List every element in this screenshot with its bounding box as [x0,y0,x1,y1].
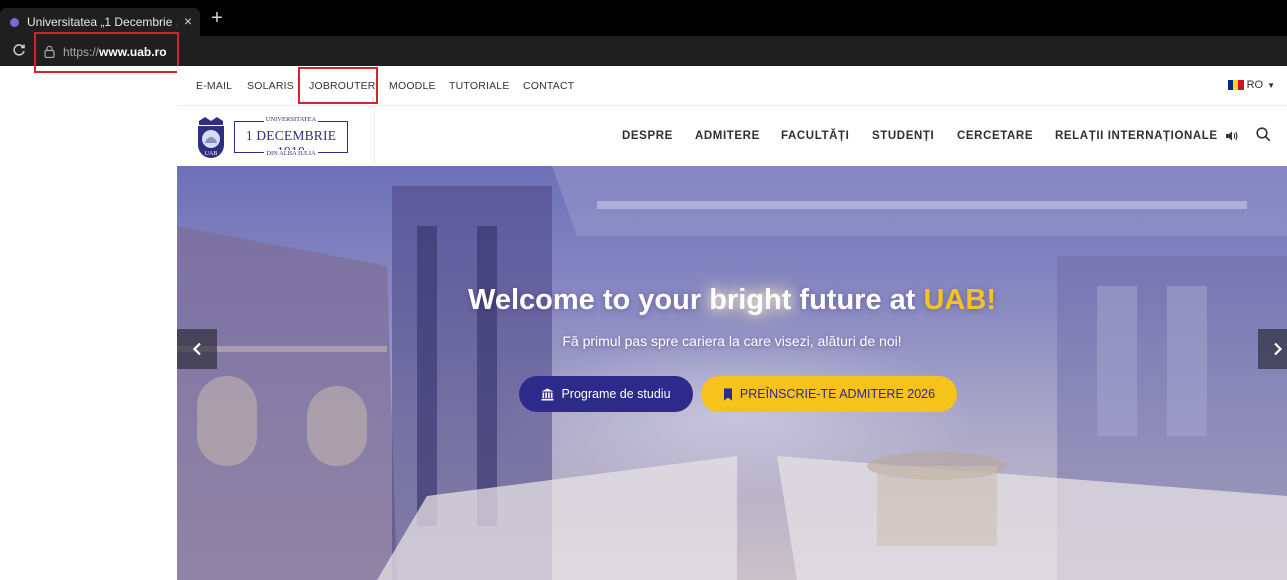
romania-flag-icon [1227,80,1244,90]
search-icon[interactable] [1256,127,1271,142]
top-utility-nav: E-MAIL SOLARIS JOBROUTER MOODLE TUTORIAL… [177,66,1287,106]
hero-title-part1: Welcome to your [468,284,710,316]
url-scheme: https:// [63,44,100,59]
language-selector[interactable]: RO ▼ [1227,79,1275,91]
new-tab-button[interactable]: + [206,8,228,30]
caret-down-icon: ▼ [1267,80,1275,90]
preregister-admission-label: PREÎNSCRIE-TE ADMITERE 2026 [739,387,936,401]
browser-tab[interactable]: Universitatea „1 Decembrie 1918" × [0,8,200,36]
topnav-solaris[interactable]: SOLARIS [247,80,294,92]
menu-cercetare[interactable]: CERCETARE [957,130,1033,142]
url-host: www.uab.ro [99,44,167,59]
lock-icon [44,45,55,58]
hero-title: Welcome to your bright future at UAB! [177,284,1287,317]
language-code: RO [1246,79,1264,91]
hero-title-uab: UAB! [923,284,996,316]
tab-title: Universitatea „1 Decembrie 1918" [27,15,177,29]
menu-studenti[interactable]: STUDENȚI [872,130,934,142]
logo-top-text: UNIVERSITATEA [263,115,319,123]
topnav-moodle[interactable]: MOODLE [389,80,436,92]
menu-admitere[interactable]: ADMITERE [695,130,760,142]
tab-close-icon[interactable]: × [184,13,192,29]
browser-address-bar: https://www.uab.ro [0,36,1287,66]
topnav-jobrouter[interactable]: JOBROUTER [309,80,376,92]
carousel-next-button[interactable] [1258,329,1287,369]
menu-facultati[interactable]: FACULTĂȚI [781,130,849,142]
university-logo[interactable]: UAB UNIVERSITATEA 1 DECEMBRIE 1918 DIN A… [196,114,348,159]
topnav-contact[interactable]: CONTACT [523,80,574,92]
logo-bottom-text: DIN ALBA IULIA [264,149,318,157]
study-programs-button[interactable]: Programe de studiu [519,376,693,412]
university-crest-icon: UAB [198,116,224,158]
hero-background-image [177,166,1287,580]
topnav-email[interactable]: E-MAIL [196,80,232,92]
browser-tab-bar: Universitatea „1 Decembrie 1918" × + [0,0,1287,36]
logo-wordmark: UNIVERSITATEA 1 DECEMBRIE 1918 DIN ALBA … [234,115,348,159]
url-field[interactable]: https://www.uab.ro [44,43,167,60]
menu-relatii-internationale[interactable]: RELAȚII INTERNAȚIONALE [1055,130,1218,142]
hero-title-bright: bright [709,284,792,316]
site-favicon-icon [10,17,19,27]
menu-despre[interactable]: DESPRE [622,130,673,142]
main-nav: UAB UNIVERSITATEA 1 DECEMBRIE 1918 DIN A… [177,106,1287,165]
preregister-admission-button[interactable]: PREÎNSCRIE-TE ADMITERE 2026 [701,376,957,412]
speaker-icon[interactable] [1225,129,1239,143]
reload-icon[interactable] [12,43,26,60]
carousel-prev-button[interactable] [177,329,217,369]
institution-icon [541,388,554,400]
chevron-left-icon [192,342,201,356]
hero-banner: Welcome to your bright future at UAB! Fă… [177,166,1287,580]
logo-divider [374,106,375,165]
topnav-tutoriale[interactable]: TUTORIALE [449,80,510,92]
study-programs-label: Programe de studiu [561,387,671,401]
chevron-right-icon [1274,342,1283,356]
svg-text:UAB: UAB [205,151,218,157]
website: E-MAIL SOLARIS JOBROUTER MOODLE TUTORIAL… [177,66,1287,580]
hero-subtitle: Fă primul pas spre cariera la care visez… [562,333,902,349]
bookmark-icon [723,388,732,400]
hero-title-part2: future at [791,284,924,316]
